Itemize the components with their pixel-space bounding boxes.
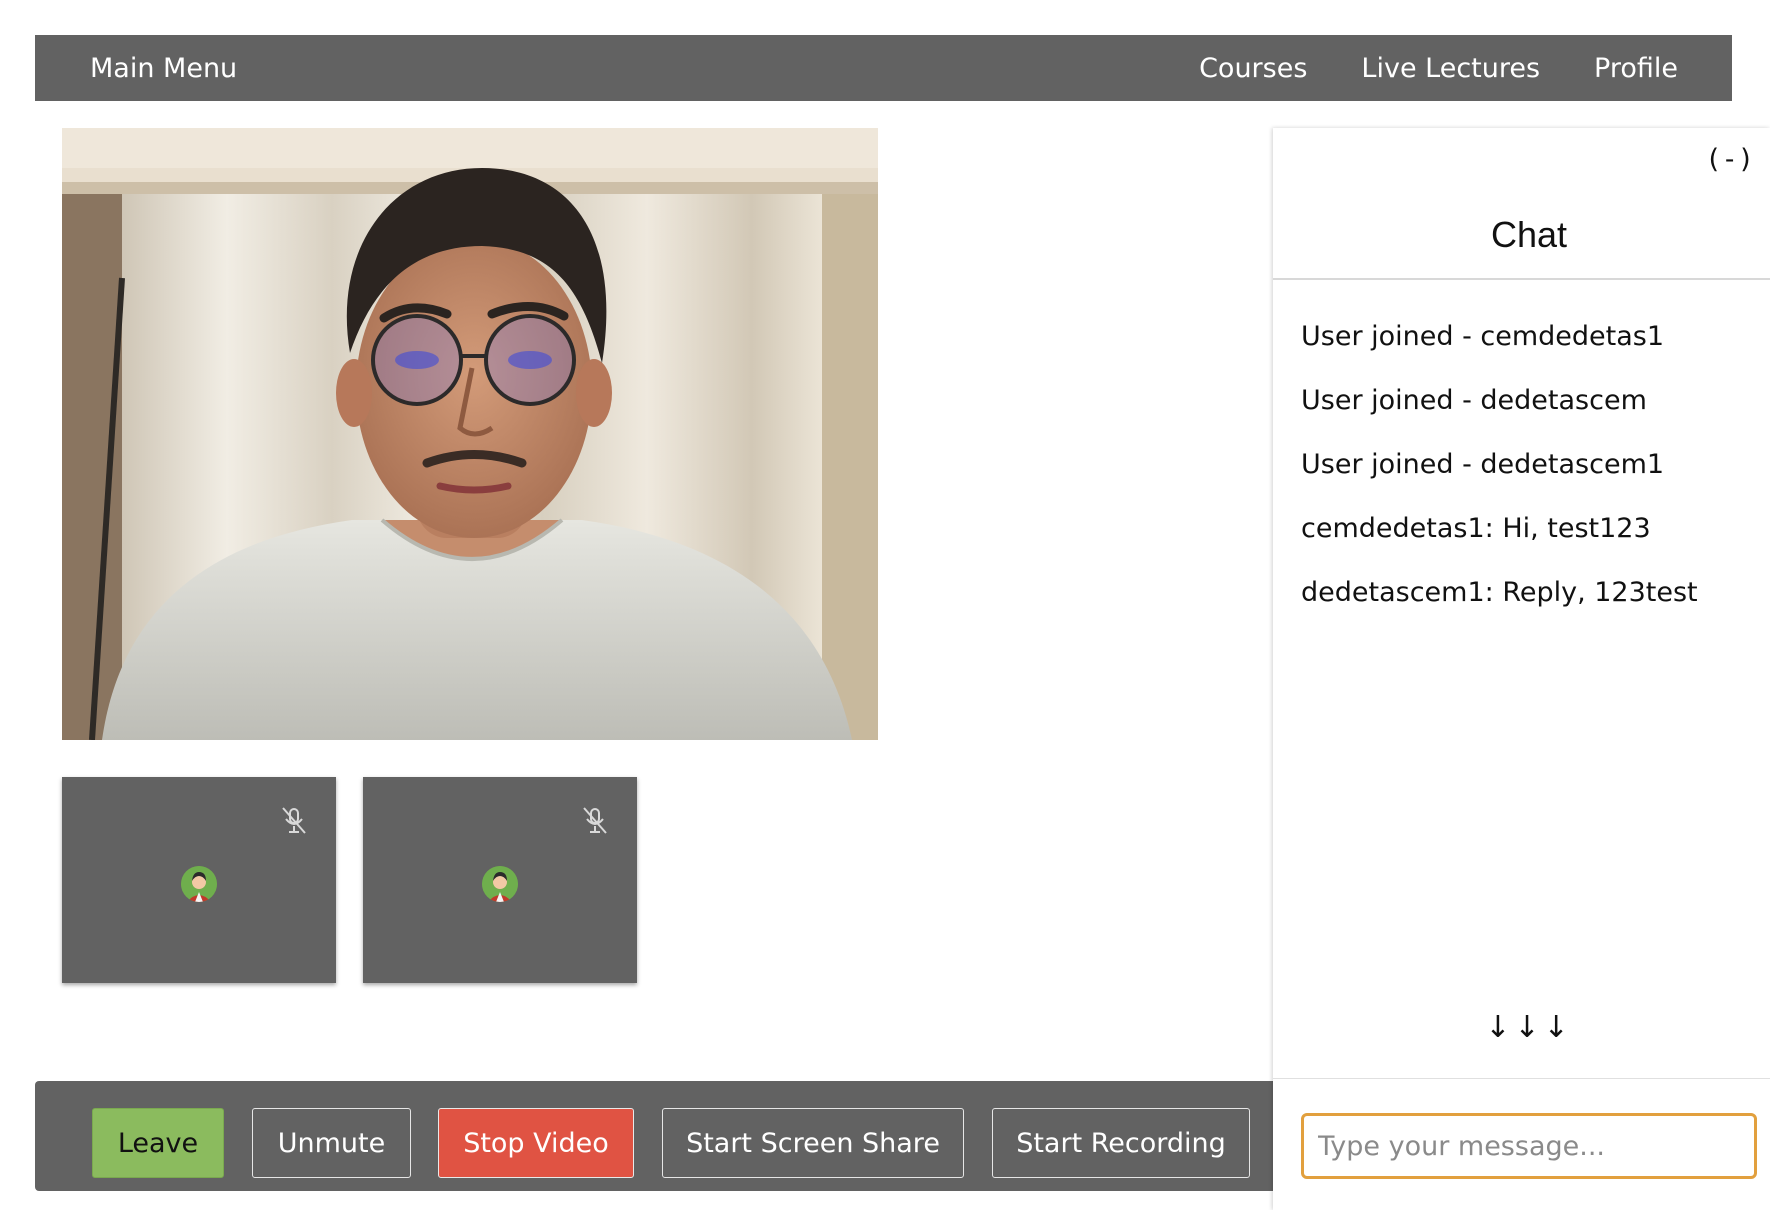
participant-tile[interactable] bbox=[363, 777, 637, 983]
scroll-down-arrows-icon[interactable]: ↓↓↓ bbox=[1273, 1010, 1770, 1045]
chat-divider bbox=[1273, 278, 1770, 280]
chat-message: User joined - dedetascem bbox=[1301, 385, 1647, 416]
nav-links: Courses Live Lectures Profile bbox=[1199, 53, 1678, 84]
chat-message: User joined - dedetascem1 bbox=[1301, 449, 1665, 480]
start-screen-share-button[interactable]: Start Screen Share bbox=[662, 1108, 964, 1178]
chat-title: Chat bbox=[1490, 214, 1568, 255]
user-avatar bbox=[482, 866, 518, 902]
chat-input-area bbox=[1273, 1078, 1770, 1210]
main-menu-link[interactable]: Main Menu bbox=[90, 53, 237, 84]
camera-feed-image bbox=[62, 128, 878, 740]
unmute-button[interactable]: Unmute bbox=[252, 1108, 411, 1178]
chat-panel: (-) Chat User joined - cemdedetas1 User … bbox=[1273, 128, 1770, 1210]
leave-button[interactable]: Leave bbox=[92, 1108, 224, 1178]
mic-off-icon bbox=[581, 805, 609, 835]
nav-link-live-lectures[interactable]: Live Lectures bbox=[1361, 53, 1540, 84]
participant-tile[interactable] bbox=[62, 777, 336, 983]
chat-message-list: User joined - cemdedetas1 User joined - … bbox=[1301, 321, 1761, 641]
chat-message: cemdedetas1: Hi, test123 bbox=[1301, 513, 1651, 544]
chat-minimize-button[interactable]: (-) bbox=[1705, 144, 1754, 175]
chat-message: dedetascem1: Reply, 123test bbox=[1301, 577, 1698, 608]
user-avatar bbox=[181, 866, 217, 902]
mic-off-icon bbox=[280, 805, 308, 835]
chat-message-input[interactable] bbox=[1301, 1113, 1757, 1179]
chat-message: User joined - cemdedetas1 bbox=[1301, 321, 1665, 352]
start-recording-button[interactable]: Start Recording bbox=[992, 1108, 1250, 1178]
stop-video-button[interactable]: Stop Video bbox=[438, 1108, 634, 1178]
meeting-controls-bar: Leave Unmute Stop Video Start Screen Sha… bbox=[35, 1081, 1275, 1191]
main-video-feed bbox=[62, 128, 878, 740]
nav-link-courses[interactable]: Courses bbox=[1199, 53, 1307, 84]
nav-link-profile[interactable]: Profile bbox=[1594, 53, 1678, 84]
top-navbar: Main Menu Courses Live Lectures Profile bbox=[35, 35, 1732, 101]
